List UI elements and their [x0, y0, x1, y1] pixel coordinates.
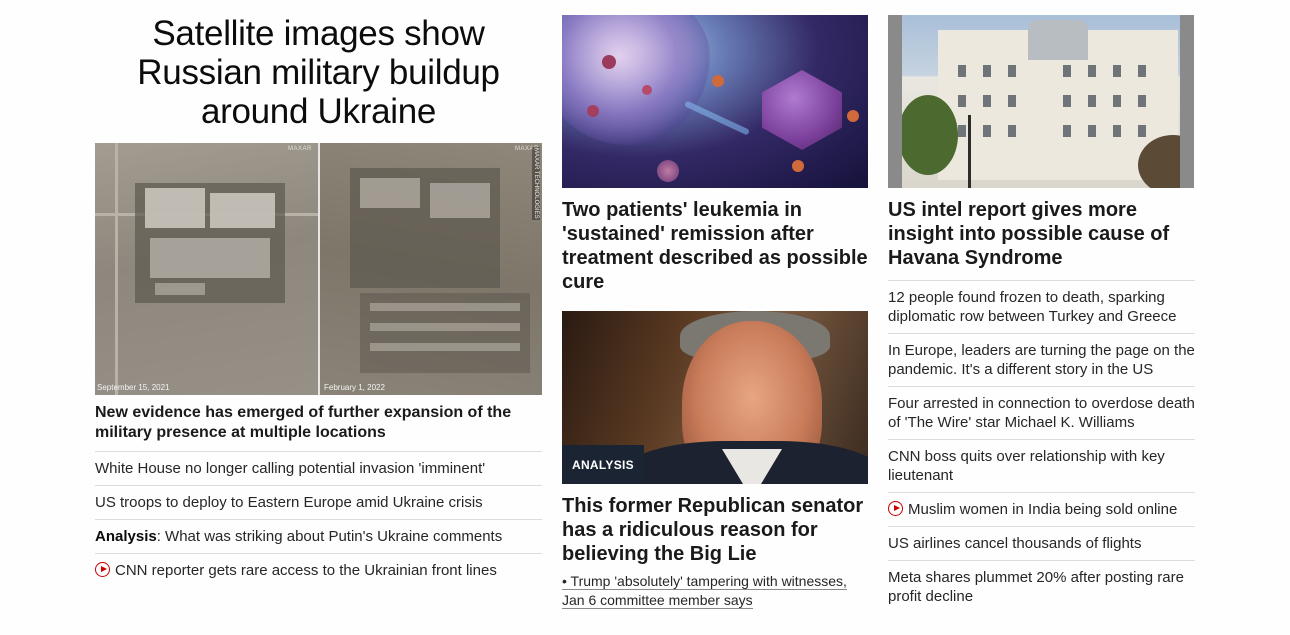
- satellite-image-before: MAXAR September 15, 2021: [95, 143, 318, 395]
- play-icon: [888, 501, 903, 516]
- link-text[interactable]: White House no longer calling potential …: [95, 460, 485, 477]
- link-text[interactable]: US troops to deploy to Eastern Europe am…: [95, 494, 483, 511]
- lead-headline[interactable]: Satellite images show Russian military b…: [95, 14, 542, 143]
- list-item[interactable]: Muslim women in India being sold online: [888, 493, 1195, 527]
- watermark-left: MAXAR: [288, 146, 312, 152]
- link-text[interactable]: Four arrested in connection to overdose …: [888, 395, 1195, 431]
- lead-related-links: White House no longer calling potential …: [95, 452, 542, 587]
- play-icon: [95, 562, 110, 577]
- analysis-badge: ANALYSIS: [562, 445, 644, 484]
- list-item[interactable]: Meta shares plummet 20% after posting ra…: [888, 561, 1195, 613]
- embassy-building-image[interactable]: [888, 15, 1194, 188]
- list-item[interactable]: CNN reporter gets rare access to the Ukr…: [95, 554, 542, 587]
- middle-column: Two patients' leukemia in 'sustained' re…: [562, 0, 868, 610]
- link-text[interactable]: In Europe, leaders are turning the page …: [888, 342, 1195, 378]
- link-text[interactable]: CNN reporter gets rare access to the Ukr…: [115, 562, 497, 579]
- leukemia-headline[interactable]: Two patients' leukemia in 'sustained' re…: [562, 198, 868, 294]
- right-column: US intel report gives more insight into …: [888, 0, 1195, 613]
- list-item[interactable]: Four arrested in connection to overdose …: [888, 387, 1195, 440]
- satellite-image-after: MAXAR MAXAR TECHNOLOGIES February 1, 202…: [318, 143, 542, 395]
- link-text[interactable]: Muslim women in India being sold online: [908, 501, 1177, 518]
- list-item[interactable]: US airlines cancel thousands of flights: [888, 527, 1195, 561]
- senator-headline[interactable]: This former Republican senator has a rid…: [562, 494, 868, 566]
- list-item[interactable]: US troops to deploy to Eastern Europe am…: [95, 486, 542, 520]
- lead-column: Satellite images show Russian military b…: [95, 0, 542, 587]
- link-text[interactable]: US airlines cancel thousands of flights: [888, 535, 1141, 552]
- link-text[interactable]: Meta shares plummet 20% after posting ra…: [888, 569, 1184, 605]
- senator-image[interactable]: ANALYSIS: [562, 311, 868, 484]
- list-item[interactable]: CNN boss quits over relationship with ke…: [888, 440, 1195, 493]
- leukemia-cell-image[interactable]: [562, 15, 868, 188]
- satellite-comparison-image[interactable]: MAXAR September 15, 2021 MAXAR MAXAR TEC…: [95, 143, 542, 395]
- link-text[interactable]: CNN boss quits over relationship with ke…: [888, 448, 1165, 484]
- image-credit: MAXAR TECHNOLOGIES: [532, 147, 540, 220]
- link-text[interactable]: 12 people found frozen to death, sparkin…: [888, 289, 1176, 325]
- lead-subheadline[interactable]: New evidence has emerged of further expa…: [95, 403, 542, 452]
- havana-headline[interactable]: US intel report gives more insight into …: [888, 198, 1195, 281]
- list-item[interactable]: In Europe, leaders are turning the page …: [888, 334, 1195, 387]
- list-item[interactable]: Analysis: What was striking about Putin'…: [95, 520, 542, 554]
- right-related-links: 12 people found frozen to death, sparkin…: [888, 281, 1195, 613]
- related-link[interactable]: • Trump 'absolutely' tampering with witn…: [562, 572, 868, 610]
- date-right: February 1, 2022: [324, 383, 385, 392]
- link-text[interactable]: : What was striking about Putin's Ukrain…: [157, 528, 503, 545]
- list-item[interactable]: White House no longer calling potential …: [95, 452, 542, 486]
- related-link-text[interactable]: • Trump 'absolutely' tampering with witn…: [562, 573, 847, 609]
- analysis-label[interactable]: Analysis: [95, 528, 157, 545]
- list-item[interactable]: 12 people found frozen to death, sparkin…: [888, 281, 1195, 334]
- date-left: September 15, 2021: [97, 383, 170, 392]
